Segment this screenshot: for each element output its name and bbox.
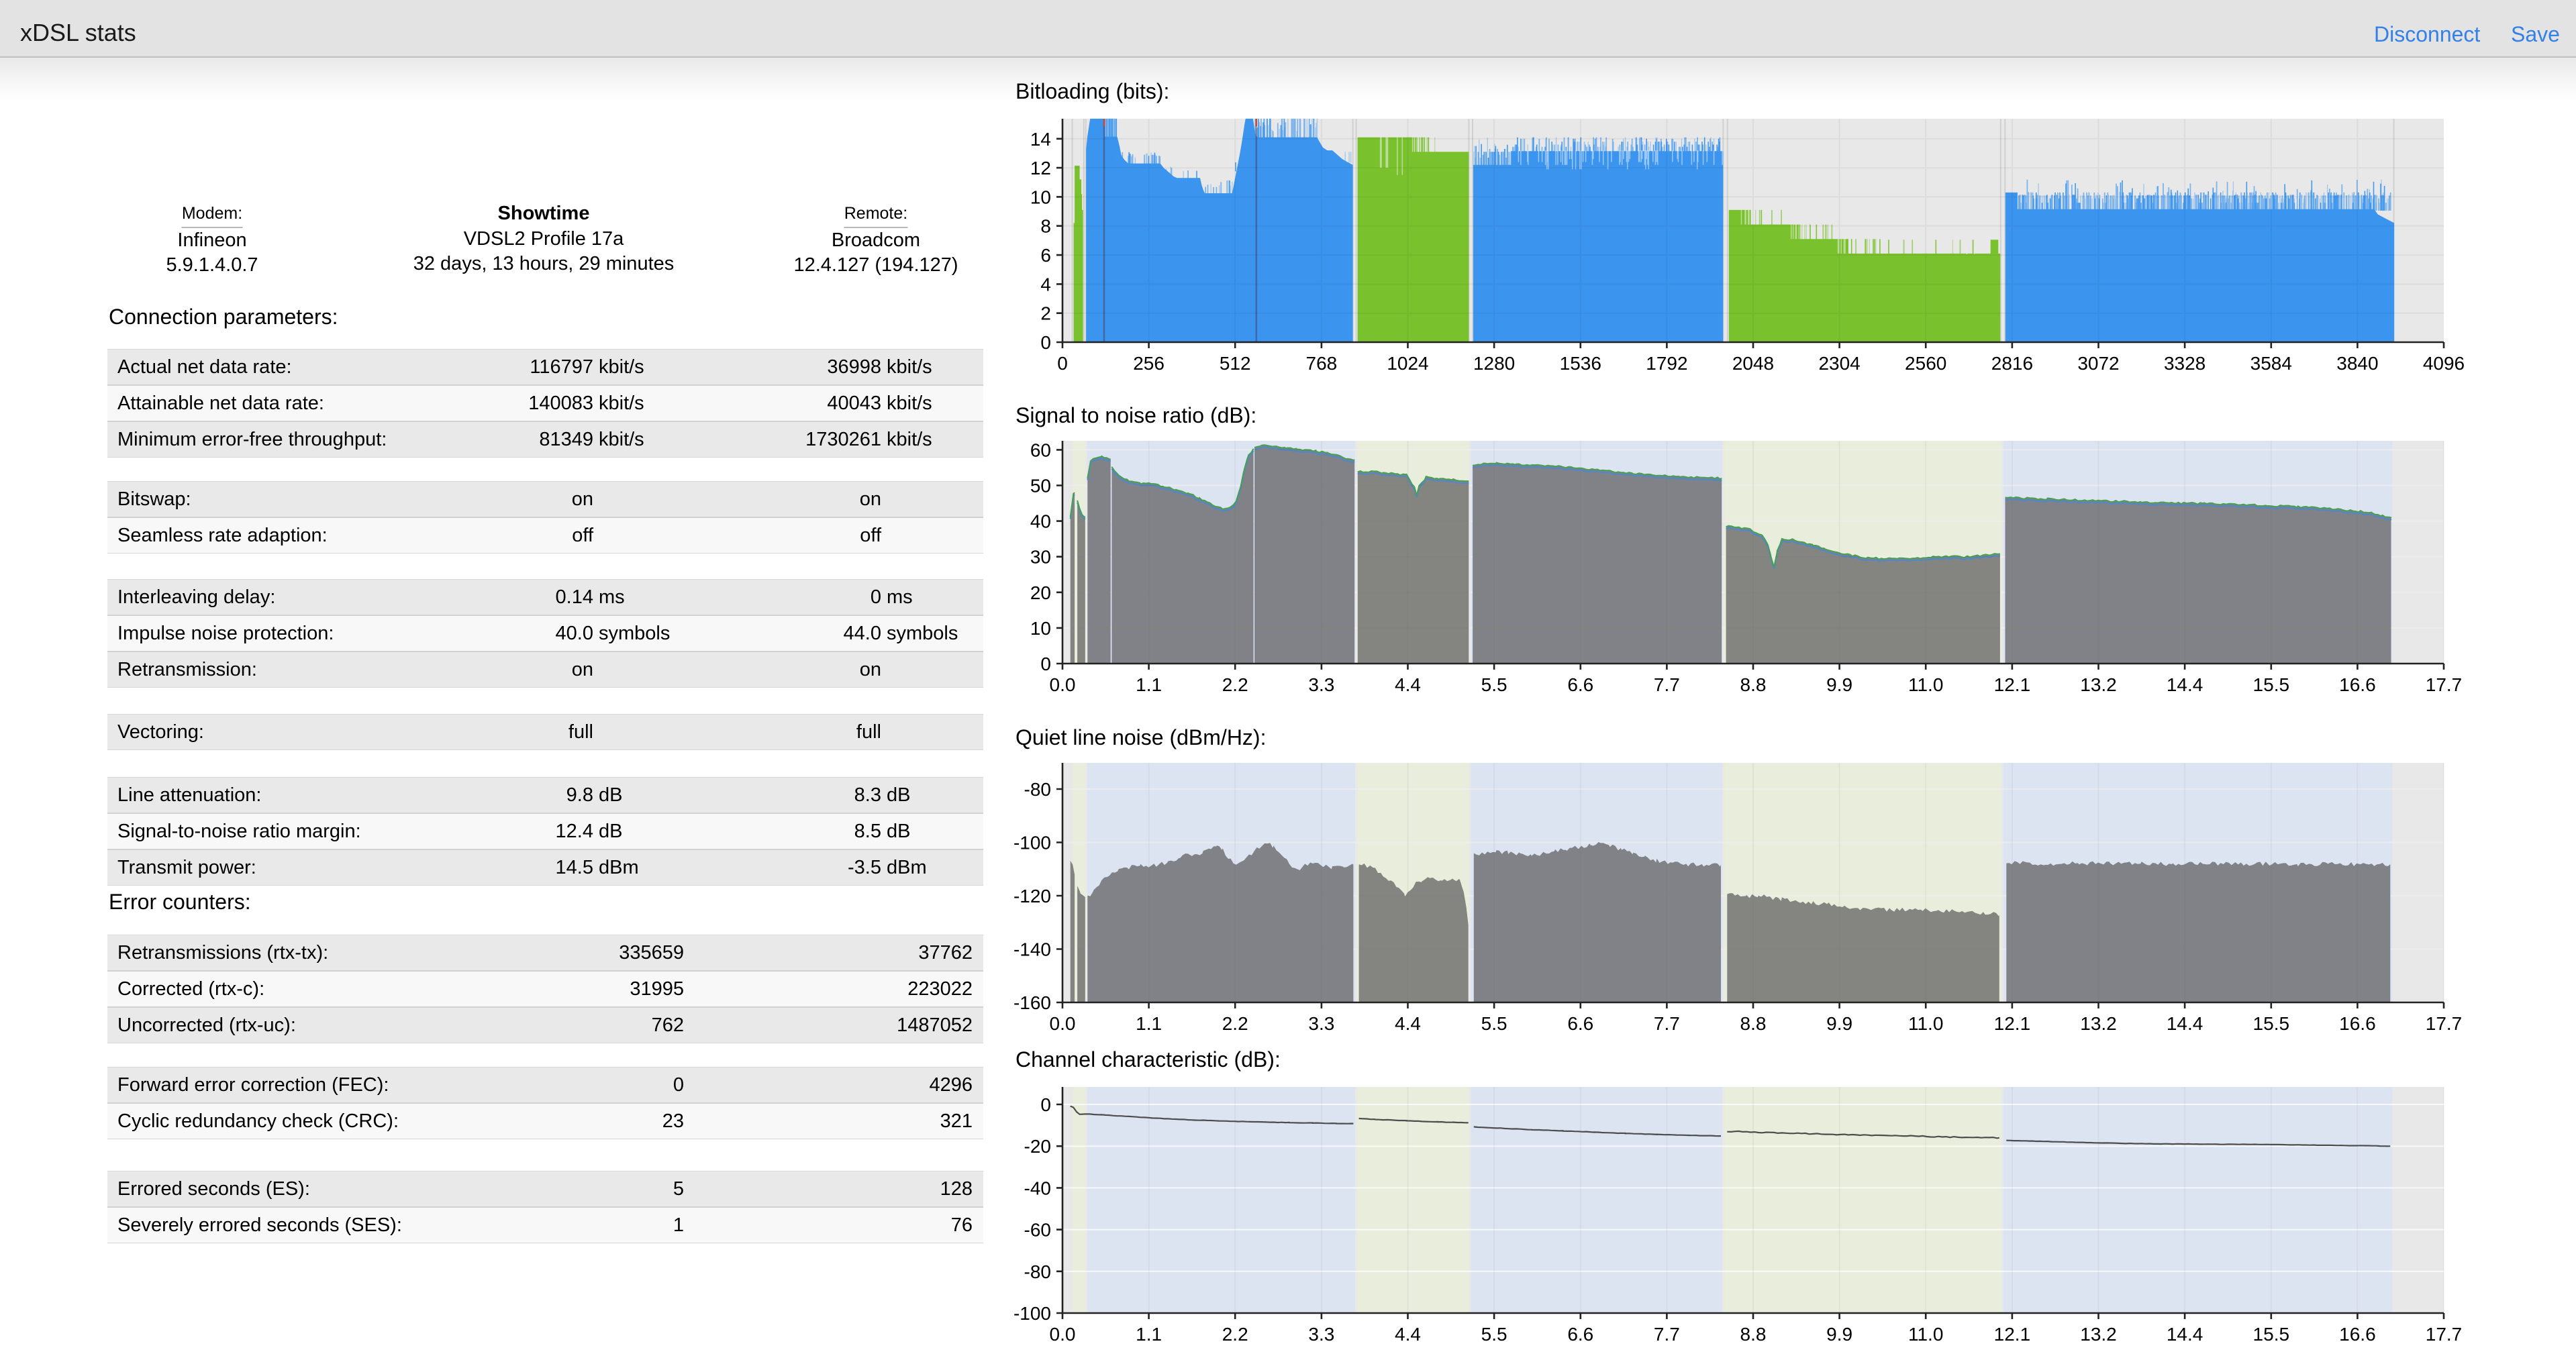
svg-text:2816: 2816: [1991, 353, 2033, 374]
svg-text:4: 4: [1040, 274, 1051, 295]
svg-text:4.4: 4.4: [1395, 674, 1421, 695]
svg-text:4096: 4096: [2423, 353, 2465, 374]
svg-text:7.7: 7.7: [1654, 674, 1680, 695]
svg-text:2.2: 2.2: [1222, 1013, 1248, 1034]
svg-text:8.8: 8.8: [1740, 1013, 1767, 1034]
svg-text:3072: 3072: [2077, 353, 2119, 374]
svg-text:2.2: 2.2: [1222, 1324, 1248, 1345]
svg-text:3.3: 3.3: [1308, 1013, 1334, 1034]
svg-text:2.2: 2.2: [1222, 674, 1248, 695]
svg-text:8.8: 8.8: [1740, 674, 1767, 695]
svg-text:40: 40: [1030, 511, 1051, 532]
svg-text:17.7: 17.7: [2426, 1013, 2463, 1034]
svg-text:30: 30: [1030, 547, 1051, 568]
svg-text:50: 50: [1030, 476, 1051, 497]
svg-text:3840: 3840: [2336, 353, 2378, 374]
svg-text:12.1: 12.1: [1994, 674, 2031, 695]
svg-text:7.7: 7.7: [1654, 1013, 1680, 1034]
svg-text:14.4: 14.4: [2167, 674, 2203, 695]
svg-text:7.7: 7.7: [1654, 1324, 1680, 1345]
svg-text:8.8: 8.8: [1740, 1324, 1767, 1345]
svg-text:512: 512: [1220, 353, 1251, 374]
svg-text:12.1: 12.1: [1994, 1324, 2031, 1345]
svg-text:60: 60: [1030, 439, 1051, 460]
svg-text:12.1: 12.1: [1994, 1013, 2031, 1034]
svg-text:11.0: 11.0: [1908, 1324, 1943, 1345]
svg-text:Signal to noise ratio (dB):: Signal to noise ratio (dB):: [1015, 403, 1256, 427]
svg-text:16.6: 16.6: [2339, 1013, 2376, 1034]
svg-text:5.5: 5.5: [1481, 1324, 1507, 1345]
svg-text:1792: 1792: [1646, 353, 1687, 374]
svg-text:10: 10: [1030, 618, 1051, 639]
svg-text:16.6: 16.6: [2339, 674, 2376, 695]
svg-text:8: 8: [1040, 216, 1051, 237]
svg-text:Quiet line noise (dBm/Hz):: Quiet line noise (dBm/Hz):: [1015, 725, 1266, 749]
svg-text:-20: -20: [1024, 1136, 1051, 1157]
svg-text:3.3: 3.3: [1308, 1324, 1334, 1345]
svg-text:0: 0: [1057, 353, 1068, 374]
svg-text:13.2: 13.2: [2080, 1324, 2117, 1345]
svg-text:0: 0: [1040, 654, 1051, 674]
svg-text:6.6: 6.6: [1567, 674, 1593, 695]
svg-text:-80: -80: [1024, 1261, 1051, 1282]
svg-text:9.9: 9.9: [1826, 674, 1852, 695]
svg-text:3.3: 3.3: [1308, 674, 1334, 695]
svg-text:0: 0: [1040, 1094, 1051, 1115]
svg-text:0: 0: [1040, 332, 1051, 353]
svg-text:14: 14: [1030, 129, 1051, 150]
svg-text:15.5: 15.5: [2253, 1013, 2290, 1034]
svg-text:11.0: 11.0: [1908, 1013, 1943, 1034]
svg-text:17.7: 17.7: [2426, 1324, 2463, 1345]
svg-text:-100: -100: [1013, 833, 1051, 853]
svg-text:17.7: 17.7: [2426, 674, 2463, 695]
svg-text:1536: 1536: [1560, 353, 1601, 374]
svg-text:2: 2: [1040, 303, 1051, 324]
svg-text:0.0: 0.0: [1050, 1324, 1076, 1345]
svg-text:4.4: 4.4: [1395, 1324, 1421, 1345]
svg-text:12: 12: [1030, 158, 1051, 178]
svg-text:13.2: 13.2: [2080, 674, 2117, 695]
svg-text:Bitloading (bits):: Bitloading (bits):: [1015, 79, 1169, 103]
svg-text:-40: -40: [1024, 1178, 1051, 1198]
svg-text:3328: 3328: [2164, 353, 2206, 374]
svg-text:Channel characteristic (dB):: Channel characteristic (dB):: [1015, 1047, 1281, 1072]
svg-text:0.0: 0.0: [1050, 1013, 1076, 1034]
svg-text:9.9: 9.9: [1826, 1013, 1852, 1034]
svg-text:2304: 2304: [1818, 353, 1860, 374]
svg-text:13.2: 13.2: [2080, 1013, 2117, 1034]
svg-text:6: 6: [1040, 245, 1051, 266]
svg-text:4.4: 4.4: [1395, 1013, 1421, 1034]
svg-text:14.4: 14.4: [2167, 1013, 2203, 1034]
svg-text:6.6: 6.6: [1567, 1324, 1593, 1345]
svg-text:768: 768: [1306, 353, 1338, 374]
svg-text:1024: 1024: [1387, 353, 1428, 374]
svg-text:1.1: 1.1: [1136, 674, 1162, 695]
svg-text:-100: -100: [1013, 1303, 1051, 1324]
svg-text:1.1: 1.1: [1136, 1013, 1162, 1034]
svg-text:20: 20: [1030, 582, 1051, 603]
svg-text:10: 10: [1030, 187, 1051, 207]
svg-text:1280: 1280: [1473, 353, 1515, 374]
svg-text:0.0: 0.0: [1050, 674, 1076, 695]
svg-text:1.1: 1.1: [1136, 1324, 1162, 1345]
svg-text:-160: -160: [1013, 992, 1051, 1013]
svg-text:3584: 3584: [2250, 353, 2292, 374]
svg-text:2560: 2560: [1905, 353, 1946, 374]
svg-text:5.5: 5.5: [1481, 674, 1507, 695]
svg-text:256: 256: [1133, 353, 1165, 374]
svg-text:6.6: 6.6: [1567, 1013, 1593, 1034]
svg-text:-60: -60: [1024, 1220, 1051, 1241]
svg-text:-120: -120: [1013, 886, 1051, 906]
svg-text:5.5: 5.5: [1481, 1013, 1507, 1034]
svg-text:16.6: 16.6: [2339, 1324, 2376, 1345]
svg-text:2048: 2048: [1732, 353, 1774, 374]
svg-text:-140: -140: [1013, 939, 1051, 960]
svg-text:-80: -80: [1024, 779, 1051, 800]
svg-text:11.0: 11.0: [1908, 674, 1943, 695]
svg-text:9.9: 9.9: [1826, 1324, 1852, 1345]
svg-text:14.4: 14.4: [2167, 1324, 2203, 1345]
svg-text:15.5: 15.5: [2253, 1324, 2290, 1345]
svg-text:15.5: 15.5: [2253, 674, 2290, 695]
